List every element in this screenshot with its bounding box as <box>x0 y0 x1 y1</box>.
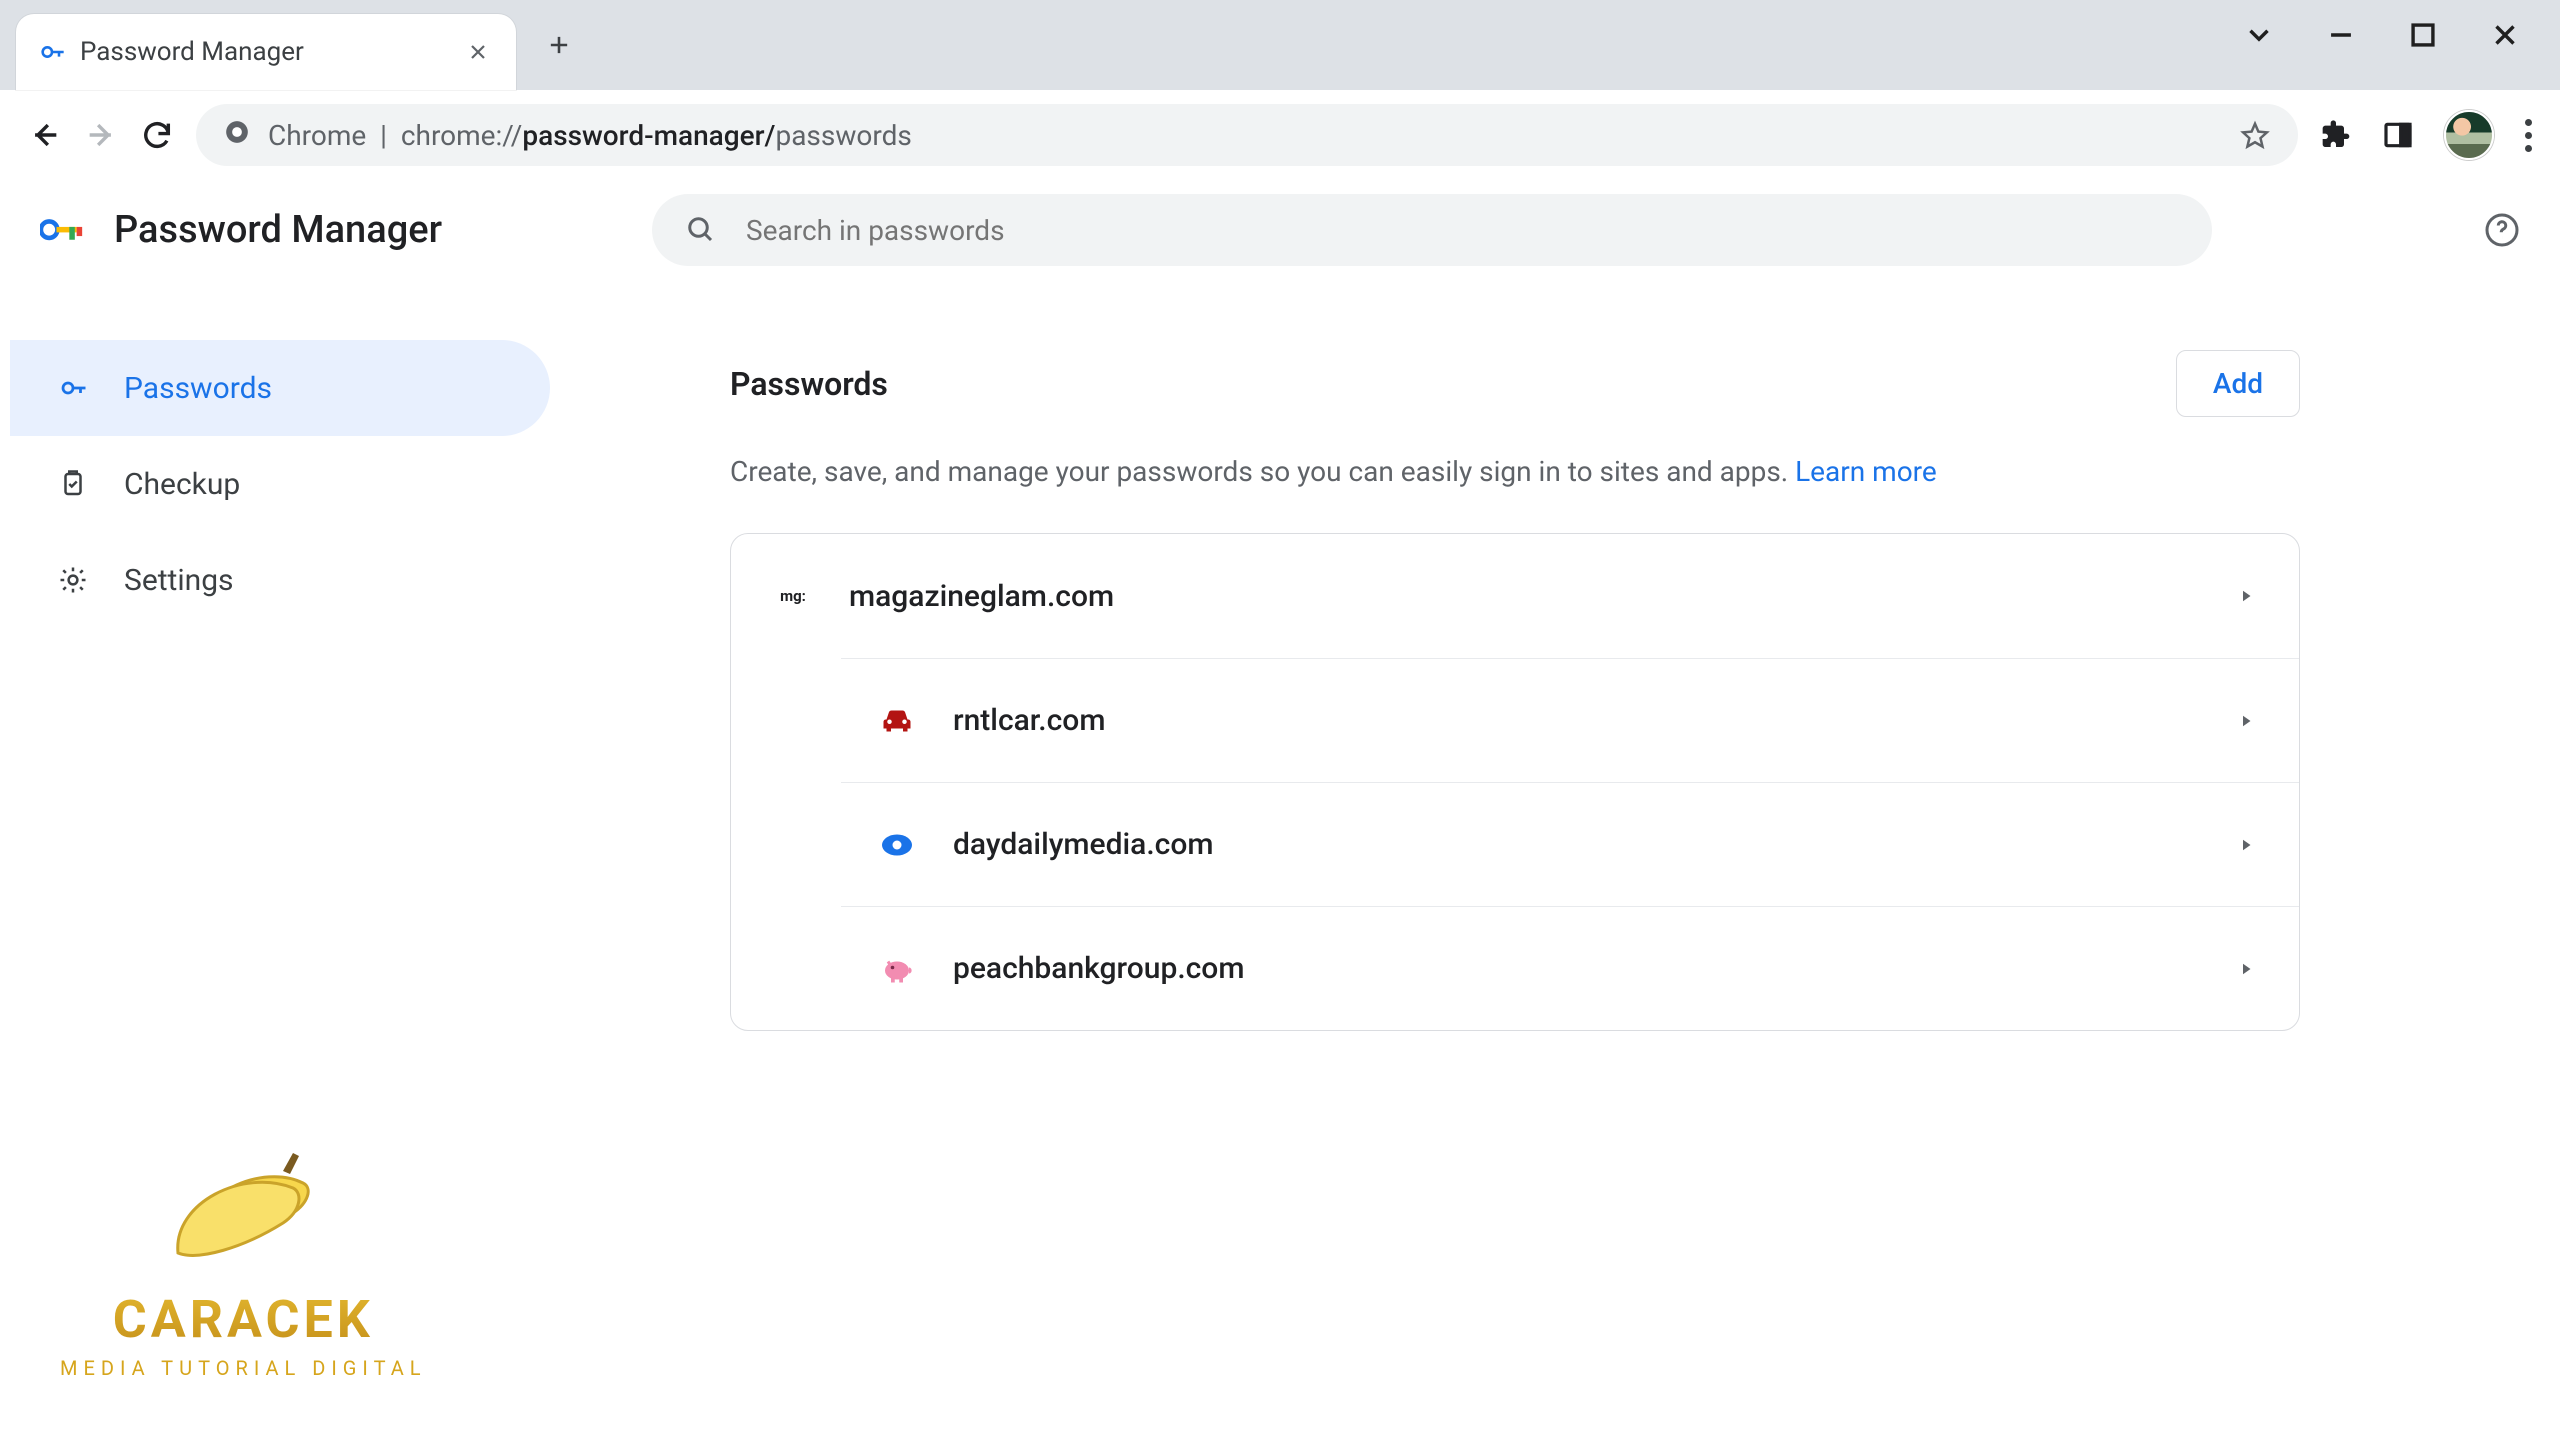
password-domain: rntlcar.com <box>953 703 1105 738</box>
gear-icon <box>58 565 88 595</box>
close-tab-icon[interactable] <box>466 40 490 64</box>
password-domain: magazineglam.com <box>849 579 1114 614</box>
maximize-icon[interactable] <box>2406 18 2440 52</box>
password-manager-logo-icon <box>40 215 84 245</box>
password-row[interactable]: mg: magazineglam.com <box>731 534 2299 658</box>
window-titlebar: Password Manager <box>0 0 2560 90</box>
learn-more-link[interactable]: Learn more <box>1795 455 1937 488</box>
url-text: Chrome | chrome://password-manager/passw… <box>268 119 912 152</box>
banana-icon <box>133 1133 353 1283</box>
chevron-right-icon <box>2237 960 2255 978</box>
watermark: CARACEK MEDIA TUTORIAL DIGITAL <box>60 1133 427 1380</box>
password-domain: peachbankgroup.com <box>953 951 1244 986</box>
site-favicon <box>879 827 915 863</box>
sidebar-item-label: Passwords <box>124 371 272 406</box>
site-favicon <box>879 951 915 987</box>
profile-avatar[interactable] <box>2444 110 2494 160</box>
window-controls <box>2242 0 2560 90</box>
extensions-icon[interactable] <box>2320 119 2352 151</box>
password-row[interactable]: rntlcar.com <box>841 658 2299 782</box>
password-row[interactable]: daydailymedia.com <box>841 782 2299 906</box>
chrome-logo-icon <box>224 119 250 152</box>
sidebar-item-label: Settings <box>124 563 234 598</box>
key-icon <box>58 373 88 403</box>
new-tab-button[interactable] <box>536 22 582 68</box>
browser-toolbar: Chrome | chrome://password-manager/passw… <box>0 90 2560 180</box>
sidebar-item-passwords[interactable]: Passwords <box>10 340 550 436</box>
section-heading: Passwords <box>730 365 888 403</box>
section-description: Create, save, and manage your passwords … <box>730 451 2300 493</box>
sidebar-item-settings[interactable]: Settings <box>10 532 550 628</box>
site-favicon: mg: <box>775 578 811 614</box>
chrome-menu-icon[interactable] <box>2524 119 2532 152</box>
browser-tab[interactable]: Password Manager <box>16 14 516 90</box>
tab-title: Password Manager <box>80 37 452 67</box>
main-content: Passwords Add Create, save, and manage y… <box>560 180 2560 1440</box>
chevron-right-icon <box>2237 836 2255 854</box>
page-title: Password Manager <box>114 208 442 252</box>
password-domain: daydailymedia.com <box>953 827 1214 862</box>
watermark-brand: CARACEK <box>60 1289 427 1350</box>
chevron-right-icon <box>2237 587 2255 605</box>
sidepanel-icon[interactable] <box>2382 119 2414 151</box>
sidebar-item-checkup[interactable]: Checkup <box>10 436 550 532</box>
watermark-tagline: MEDIA TUTORIAL DIGITAL <box>60 1356 427 1380</box>
forward-icon[interactable] <box>84 118 118 152</box>
sidebar-item-label: Checkup <box>124 467 240 502</box>
add-password-button[interactable]: Add <box>2176 350 2300 417</box>
chevron-down-icon[interactable] <box>2242 18 2276 52</box>
search-icon <box>686 215 716 245</box>
search-passwords-box[interactable] <box>652 194 2212 266</box>
bookmark-star-icon[interactable] <box>2240 120 2270 150</box>
password-row[interactable]: peachbankgroup.com <box>841 906 2299 1030</box>
close-window-icon[interactable] <box>2488 18 2522 52</box>
key-icon <box>38 38 66 66</box>
address-bar[interactable]: Chrome | chrome://password-manager/passw… <box>196 104 2298 166</box>
clipboard-icon <box>58 469 88 499</box>
passwords-list: mg: magazineglam.com rntlcar.com daydail… <box>730 533 2300 1031</box>
page-header: Password Manager <box>0 180 2560 280</box>
minimize-icon[interactable] <box>2324 18 2358 52</box>
back-icon[interactable] <box>28 118 62 152</box>
help-icon[interactable] <box>2484 212 2520 248</box>
search-input[interactable] <box>746 214 2178 247</box>
reload-icon[interactable] <box>140 118 174 152</box>
chevron-right-icon <box>2237 712 2255 730</box>
site-favicon <box>879 703 915 739</box>
